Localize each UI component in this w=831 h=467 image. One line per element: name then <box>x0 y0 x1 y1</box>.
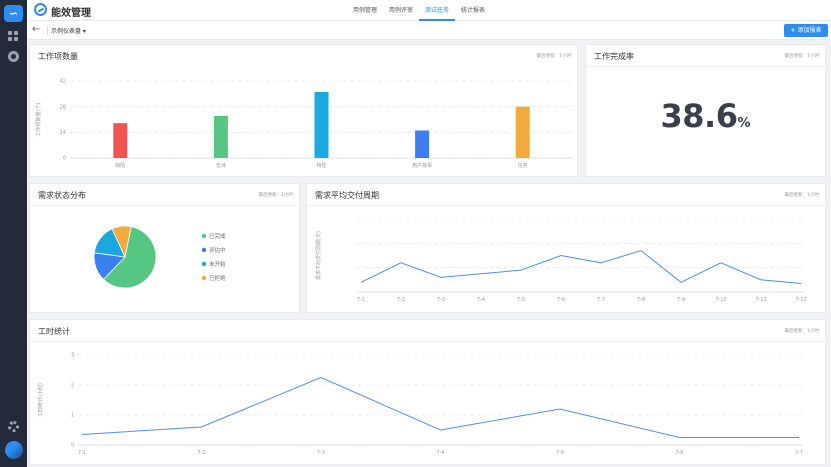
x-tick-label: 任务 <box>518 162 528 169</box>
x-tick-label: 7-7 <box>795 450 803 456</box>
completion-value: 38.6% <box>586 97 825 135</box>
x-tick-label: 7-5 <box>556 450 564 456</box>
add-report-label: 添加报表 <box>797 27 822 34</box>
x-tick-label: 7-4 <box>436 450 444 456</box>
x-tick-label: 7-2 <box>397 297 405 303</box>
completion-unit: % <box>737 116 751 131</box>
bar <box>415 130 430 158</box>
top-bar: 能效管理 用例管理 用例评审 测试任务 统计报表 <box>27 0 831 21</box>
plus-icon: + <box>790 27 796 34</box>
x-tick-label: 7-10 <box>715 297 726 303</box>
y-tick-label: 1 <box>71 413 74 419</box>
panel-divider <box>586 66 825 67</box>
panel-hours: 工时统计 最后更新：1小时 0 1 2 3 工时统计(小时) 7-1 7-2 7-3 7-4 7-… <box>29 319 826 465</box>
x-tick-label: 7-3 <box>437 297 445 303</box>
toolbar: ← 示例仪表盘 ▾ + 添加报表 <box>27 21 831 40</box>
compass-icon[interactable] <box>8 51 19 62</box>
back-arrow-icon[interactable]: ← <box>32 24 40 36</box>
x-tick-label: 7-1 <box>357 297 365 303</box>
settings-icon[interactable] <box>8 421 19 432</box>
completion-number: 38.6 <box>660 97 738 135</box>
x-tick-label: 7-6 <box>557 297 565 303</box>
delivery-chart: 需求平均交付周期(天) 7-1 7-2 7-3 7-4 7-5 7-6 7-7 7-8 7-9 7-… <box>315 218 807 303</box>
nav-item-case-review[interactable]: 用例评审 <box>383 0 419 21</box>
toolbar-divider <box>47 26 48 35</box>
panel-delivery: 需求平均交付周期 最后更新：1小时 需求平均交付周期(天) 7-1 7-2 7-3 7-… <box>306 183 826 313</box>
nav-item-test-tasks[interactable]: 测试任务 <box>419 0 456 21</box>
x-tick-label: 7-9 <box>677 297 685 303</box>
legend-label: 未开始 <box>209 260 226 268</box>
y-tick-label: 14 <box>60 130 66 136</box>
x-tick-label: 7-2 <box>197 450 205 456</box>
x-tick-label: 7-11 <box>755 297 766 303</box>
y-axis-title: 工作项数量(个) <box>35 103 42 137</box>
x-tick-label: 7-8 <box>637 297 645 303</box>
series-line <box>360 250 802 284</box>
legend-swatch <box>201 233 207 239</box>
legend-label: 已完成 <box>209 232 226 240</box>
legend-label: 已拒绝 <box>209 274 226 282</box>
bar <box>314 92 329 158</box>
y-tick-label: 3 <box>71 353 74 359</box>
y-tick-label: 0 <box>63 156 66 162</box>
series-line <box>81 376 799 438</box>
add-report-button[interactable]: + 添加报表 <box>784 24 828 37</box>
req-status-chart: 已完成评估中未开始已拒绝 <box>93 225 226 289</box>
legend-swatch <box>201 261 207 267</box>
y-axis-title: 需求平均交付周期(天) <box>315 231 322 280</box>
x-tick-label: 7-4 <box>477 297 485 303</box>
panel-title: 工作完成率 <box>594 52 634 61</box>
hours-chart: 0 1 2 3 工时统计(小时) 7-1 7-2 7-3 7-4 7-5 7-6 7-7 <box>37 353 803 456</box>
x-tick-label: 缺陷 <box>115 162 125 169</box>
avatar[interactable] <box>5 441 23 459</box>
x-tick-label: 7-1 <box>78 450 86 456</box>
nav-item-case-management[interactable]: 用例管理 <box>347 0 383 21</box>
work-items-chart: 0 14 28 42 工作项数量(个) 缺陷 史诗 特性 用户故事 任务 <box>35 79 573 169</box>
y-tick-label: 0 <box>71 443 74 449</box>
bar <box>515 106 530 158</box>
x-tick-label: 7-6 <box>675 450 683 456</box>
panel-req-status: 需求状态分布 最后更新：1小时 已完成 评估中 未开始 已拒绝 <box>29 183 300 313</box>
legend-label: 评估中 <box>209 246 226 254</box>
x-tick-label: 7-3 <box>317 450 325 456</box>
panel-completion: 工作完成率 最后更新：1小时 38.6% <box>585 44 826 177</box>
x-tick-label: 7-5 <box>517 297 525 303</box>
nav-item-reports[interactable]: 统计报表 <box>455 0 491 21</box>
sidebar: ∽ <box>0 0 27 467</box>
panel-updated: 最后更新：1小时 <box>784 54 819 59</box>
x-tick-label: 史诗 <box>216 162 226 169</box>
bar <box>213 115 228 158</box>
y-tick-label: 2 <box>71 383 74 389</box>
panel-work-items: 工作项数量 最后更新：1小时 0 14 28 42 工作项数量(个) 缺陷 史诗 特性 用户故事… <box>29 44 578 177</box>
app-title: 能效管理 <box>51 8 91 19</box>
y-axis-title: 工时统计(小时) <box>37 383 44 417</box>
main-nav: 用例管理 用例评审 测试任务 统计报表 <box>347 0 491 21</box>
y-tick-label: 42 <box>60 79 66 85</box>
sidebar-logo[interactable]: ∽ <box>4 5 23 22</box>
y-tick-label: 28 <box>60 104 66 110</box>
apps-icon[interactable] <box>8 31 19 42</box>
dashboard-select[interactable]: 示例仪表盘 ▾ <box>51 26 86 35</box>
x-tick-label: 用户故事 <box>412 162 432 169</box>
bar <box>113 123 128 158</box>
legend-swatch <box>201 247 207 253</box>
app-logo-icon <box>34 3 47 16</box>
x-tick-label: 特性 <box>316 162 326 169</box>
legend-swatch <box>201 275 207 281</box>
x-tick-label: 7-7 <box>597 297 605 303</box>
x-tick-label: 7-12 <box>795 297 806 303</box>
